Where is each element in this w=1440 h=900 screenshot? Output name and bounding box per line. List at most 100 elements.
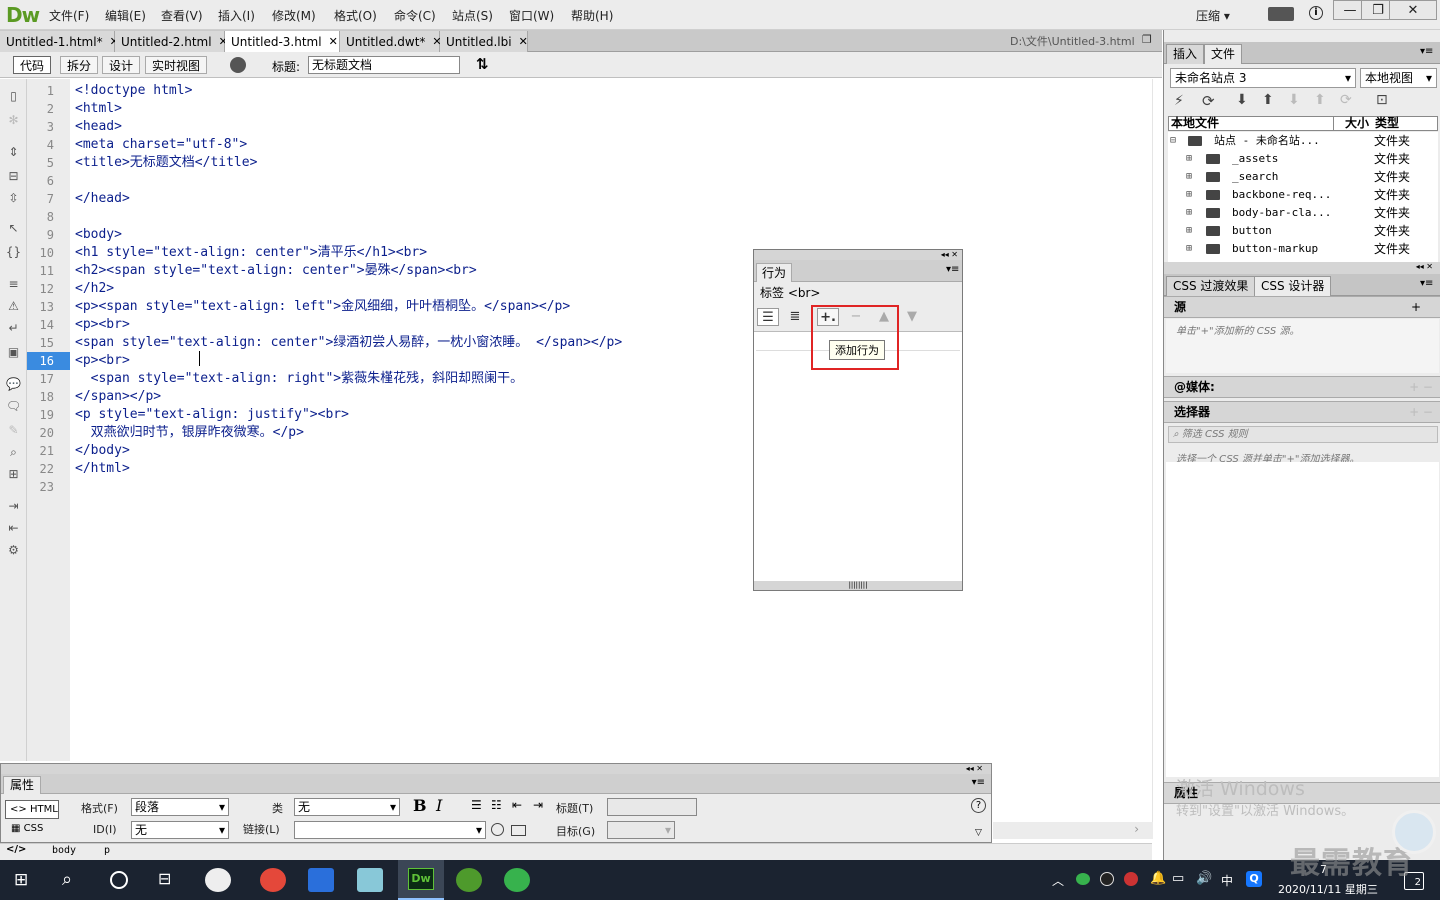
code-line[interactable]: <p><span style="text-align: left">金风细细，叶… (75, 298, 570, 316)
syntax-coloring-icon[interactable]: ▣ (5, 345, 22, 359)
outdent-icon[interactable]: ⇤ (512, 798, 522, 812)
menu-insert[interactable]: 插入(I) (218, 7, 255, 24)
show-code-navigator-icon[interactable]: ✻ (5, 113, 22, 127)
put-files-icon[interactable]: ⬆ (1262, 92, 1274, 108)
code-line[interactable]: <span style="text-align: center">绿酒初尝人易醉… (75, 334, 622, 352)
collapse-selection-icon[interactable]: ⊟ (5, 169, 22, 183)
live-view-button[interactable]: 实时视图 (145, 56, 208, 74)
expand-properties-icon[interactable]: ▽ (975, 828, 982, 838)
col-type[interactable]: 类型 (1375, 117, 1399, 130)
panel-menu-icon[interactable]: ▾≡ (1420, 278, 1433, 289)
watermelon-app-icon[interactable] (456, 868, 482, 892)
ime-indicator[interactable]: 中 (1221, 872, 1233, 889)
panel-menu-icon[interactable]: ▾≡ (946, 264, 959, 275)
network-icon[interactable]: ▭ (1172, 871, 1184, 886)
clock-date[interactable]: 2020/11/11 星期三 (1278, 881, 1378, 897)
panel-resize-grip[interactable]: |||||||| (754, 581, 962, 590)
notepad-icon[interactable] (357, 868, 383, 892)
sync-icon[interactable]: ⟳ (1340, 92, 1352, 108)
menu-window[interactable]: 窗口(W) (509, 7, 554, 24)
editor-scrollbar[interactable] (1152, 79, 1162, 839)
open-documents-icon[interactable]: ▯ (5, 89, 22, 103)
line-number[interactable]: 16 (27, 352, 70, 370)
code-editor[interactable]: <!doctype html> <html> <head> <meta charset… (70, 79, 1152, 761)
tab-untitled-lbi[interactable]: Untitled.lbi ✕ (440, 31, 528, 52)
line-number[interactable]: 7 (47, 190, 54, 208)
outdent-code-icon[interactable]: ⇤ (5, 521, 22, 535)
tab-untitled-2[interactable]: Untitled-2.html ✕ (115, 31, 228, 52)
file-row[interactable]: ⊞ backbone-req... 文件夹 (1168, 186, 1438, 204)
expand-icon[interactable]: ⊞ (1186, 150, 1192, 168)
wrap-tag-icon[interactable]: ✎ (5, 423, 22, 437)
tab-untitled-dwt[interactable]: Untitled.dwt* ✕ (340, 31, 442, 52)
check-in-icon[interactable]: ⬆ (1314, 92, 1326, 108)
tag-selector-p[interactable]: p (104, 845, 110, 856)
menu-site[interactable]: 站点(S) (452, 7, 493, 24)
line-number[interactable]: 17 (40, 370, 54, 388)
line-number[interactable]: 1 (47, 82, 54, 100)
balance-braces-icon[interactable]: {} (5, 245, 22, 259)
line-number[interactable]: 5 (47, 154, 54, 172)
menu-commands[interactable]: 命令(C) (394, 7, 436, 24)
extensions-icon[interactable] (1268, 7, 1294, 21)
file-row[interactable]: ⊞ button 文件夹 (1168, 222, 1438, 240)
connect-icon[interactable]: ⚡ (1174, 93, 1184, 109)
menu-edit[interactable]: 编辑(E) (105, 7, 146, 24)
tray-chevron-icon[interactable]: ︿ (1052, 872, 1064, 889)
view-select[interactable]: 本地视图 ▾ (1360, 68, 1437, 88)
menu-help[interactable]: 帮助(H) (571, 7, 613, 24)
tray-wechat-icon[interactable] (1076, 873, 1090, 885)
code-view-button[interactable]: 代码 (13, 56, 52, 74)
title-prop-input[interactable] (607, 798, 697, 816)
properties-tab[interactable]: 属性 (3, 776, 42, 794)
move-css-icon[interactable]: ⊞ (5, 467, 22, 481)
search-icon[interactable]: ⌕ (62, 869, 72, 890)
file-row[interactable]: ⊞ _assets 文件夹 (1168, 150, 1438, 168)
panel-collapse-bar[interactable]: ◂◂ ✕ (1164, 262, 1440, 274)
title-input[interactable]: 无标题文档 (308, 56, 460, 74)
tab-insert[interactable]: 插入 (1166, 44, 1205, 64)
code-line[interactable]: <html> (75, 100, 122, 118)
move-down-icon[interactable]: ▼ (901, 308, 923, 326)
col-local-files[interactable]: 本地文件 (1171, 117, 1219, 130)
notification-bell-icon[interactable]: 🔔 (1150, 871, 1166, 886)
line-numbers-icon[interactable]: ≡ (5, 277, 22, 291)
expand-icon[interactable]: ⊞ (1186, 204, 1192, 222)
collapse-icon[interactable]: ⊟ (1170, 132, 1176, 150)
wechat-icon[interactable] (504, 868, 530, 892)
add-source-icon[interactable]: + (1411, 297, 1421, 317)
line-number[interactable]: 21 (40, 442, 54, 460)
class-select[interactable]: 无 ▾ (294, 798, 400, 816)
code-line[interactable]: <p><br> (75, 316, 130, 334)
apply-comment-icon[interactable]: 💬 (5, 377, 22, 391)
file-row[interactable]: ⊞ button-markup 文件夹 (1168, 240, 1438, 258)
code-line[interactable]: <h1 style="text-align: center">清平乐</h1><… (75, 244, 427, 262)
close-button[interactable]: ✕ (1389, 0, 1437, 20)
chrome-icon[interactable] (260, 868, 286, 892)
indent-code-icon[interactable]: ⇥ (5, 499, 22, 513)
workspace-compress-select[interactable]: 压缩 ▾ (1196, 7, 1230, 24)
panel-menu-icon[interactable]: ▾≡ (972, 777, 985, 788)
line-number[interactable]: 13 (40, 298, 54, 316)
line-number[interactable]: 6 (47, 172, 54, 190)
code-line[interactable]: </h2> (75, 280, 114, 298)
unordered-list-icon[interactable]: ☰ (471, 798, 482, 812)
id-select[interactable]: 无 ▾ (131, 821, 229, 839)
restore-doc-icon[interactable]: ❐ (1142, 33, 1152, 46)
expand-icon[interactable]: ⊞ (1186, 168, 1192, 186)
remove-comment-icon[interactable]: 🗨 (5, 399, 22, 413)
show-all-events-icon[interactable]: ≣ (784, 308, 806, 326)
col-size[interactable]: 大小 (1345, 117, 1369, 130)
panel-menu-icon[interactable]: ▾≡ (1420, 46, 1433, 57)
html-mode-button[interactable]: <> HTML (5, 800, 59, 819)
target-select[interactable]: ▾ (607, 821, 675, 839)
tab-css-designer[interactable]: CSS 设计器 (1254, 276, 1332, 296)
code-line[interactable]: </head> (75, 190, 130, 208)
css-mode-button[interactable]: ▦ CSS (11, 823, 43, 834)
tab-untitled-3[interactable]: Untitled-3.html ✕ (225, 31, 340, 52)
menu-file[interactable]: 文件(F) (49, 7, 89, 24)
line-number[interactable]: 4 (47, 136, 54, 154)
horizontal-scrollbar[interactable]: › (993, 822, 1153, 839)
line-number[interactable]: 20 (40, 424, 54, 442)
line-number[interactable]: 11 (40, 262, 54, 280)
